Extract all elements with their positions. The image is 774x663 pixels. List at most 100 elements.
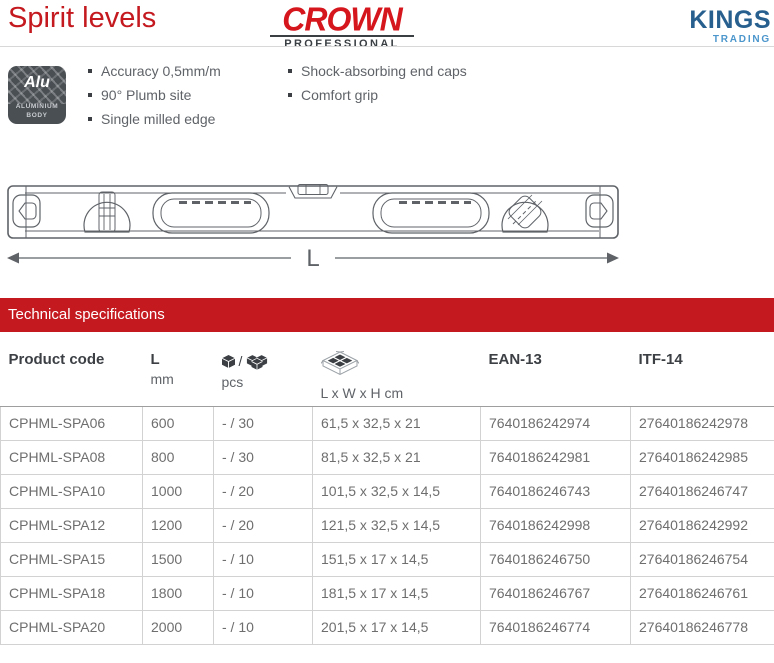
cell-pcs: - / 10 (213, 541, 313, 577)
crown-logo-text: CROWN (282, 0, 402, 38)
cell-product-code: CPHML-SPA08 (0, 439, 143, 475)
cell-ean13: 7640186242998 (480, 507, 631, 543)
col-header-packaging: / pcs (213, 338, 313, 407)
header-label: L (150, 351, 160, 368)
dimension-label: L (306, 245, 319, 272)
bullet-icon (288, 93, 292, 97)
cell-length: 1800 (142, 575, 214, 611)
cell-product-code: CPHML-SPA06 (0, 405, 143, 441)
col-header-length: L mm (142, 338, 214, 407)
cell-ean13: 7640186246767 (480, 575, 631, 611)
cell-product-code: CPHML-SPA12 (0, 507, 143, 543)
bullet-icon (88, 117, 92, 121)
feature-text: Comfort grip (301, 87, 379, 103)
section-header-technical-specifications: Technical specifications (0, 298, 774, 332)
cell-itf14: 27640186246747 (630, 473, 774, 509)
cell-itf14: 27640186246754 (630, 541, 774, 577)
cell-length: 1200 (142, 507, 214, 543)
feature-item: Accuracy 0,5mm/m (88, 64, 221, 79)
cell-ean13: 7640186242981 (480, 439, 631, 475)
cell-product-code: CPHML-SPA10 (0, 473, 143, 509)
cell-itf14: 27640186242992 (630, 507, 774, 543)
col-header-ean13: EAN-13 (480, 338, 631, 407)
feature-text: Single milled edge (101, 111, 216, 127)
header-divider (0, 46, 774, 47)
cell-box-dimensions: 121,5 x 32,5 x 14,5 (312, 507, 481, 543)
badge-caption-line1: ALUMINIUM (15, 102, 59, 110)
col-header-product-code: Product code (0, 338, 143, 407)
header-box-label: L x W x H cm (320, 385, 404, 401)
feature-text: Accuracy 0,5mm/m (101, 63, 221, 79)
cell-pcs: - / 20 (213, 507, 313, 543)
table-row: CPHML-SPA20 2000 - / 10 201,5 x 17 x 14,… (0, 609, 774, 645)
single-cube-icon (221, 354, 235, 368)
kings-trading-logo: KINGS TRADING (689, 6, 771, 46)
spirit-level-drawing: L (7, 184, 619, 272)
feature-item: 90° Plumb site (88, 88, 221, 103)
page-title: Spirit levels (8, 2, 157, 34)
cell-box-dimensions: 101,5 x 32,5 x 14,5 (312, 473, 481, 509)
cell-ean13: 7640186246750 (480, 541, 631, 577)
bullet-icon (288, 69, 292, 73)
cell-itf14: 27640186242978 (630, 405, 774, 441)
cell-box-dimensions: 201,5 x 17 x 14,5 (312, 609, 481, 645)
table-row: CPHML-SPA06 600 - / 30 61,5 x 32,5 x 21 … (0, 405, 774, 441)
table-row: CPHML-SPA18 1800 - / 10 181,5 x 17 x 14,… (0, 575, 774, 611)
feature-list-left: Accuracy 0,5mm/m 90° Plumb site Single m… (88, 64, 221, 136)
cell-box-dimensions: 61,5 x 32,5 x 21 (312, 405, 481, 441)
cell-itf14: 27640186242985 (630, 439, 774, 475)
bullet-icon (88, 69, 92, 73)
header-pcs-label: pcs (221, 374, 244, 390)
open-carton-icon (320, 351, 359, 376)
crown-professional-logo: CROWN PROFESSIONAL (270, 0, 414, 50)
header-unit-label: mm (150, 371, 174, 387)
spec-table: Product code L mm / pcs L x W x H cm EAN… (0, 338, 774, 645)
feature-item: Shock-absorbing end caps (288, 64, 467, 79)
cell-ean13: 7640186242974 (480, 405, 631, 441)
feature-text: Shock-absorbing end caps (301, 63, 467, 79)
cell-ean13: 7640186246743 (480, 473, 631, 509)
cell-pcs: - / 30 (213, 405, 313, 441)
col-header-itf14: ITF-14 (630, 338, 774, 407)
cell-length: 600 (142, 405, 214, 441)
cell-box-dimensions: 181,5 x 17 x 14,5 (312, 575, 481, 611)
cube-stack-icon (247, 354, 268, 370)
cell-length: 2000 (142, 609, 214, 645)
feature-item: Comfort grip (288, 88, 467, 103)
cell-product-code: CPHML-SPA15 (0, 541, 143, 577)
cell-box-dimensions: 151,5 x 17 x 14,5 (312, 541, 481, 577)
feature-list-right: Shock-absorbing end caps Comfort grip (288, 64, 467, 112)
kings-logo-text: KINGS (689, 6, 771, 34)
badge-caption: ALUMINIUM BODY (8, 102, 66, 120)
cell-product-code: CPHML-SPA18 (0, 575, 143, 611)
spec-table-header: Product code L mm / pcs L x W x H cm EAN… (0, 338, 774, 407)
section-title: Technical specifications (8, 306, 165, 323)
header-label: EAN-13 (488, 351, 542, 368)
cell-box-dimensions: 81,5 x 32,5 x 21 (312, 439, 481, 475)
badge-alu-label: Alu (24, 74, 50, 91)
bullet-icon (88, 93, 92, 97)
spec-sheet-page: Spirit levels CROWN PROFESSIONAL KINGS T… (0, 0, 774, 663)
col-header-box-dimensions: L x W x H cm (312, 338, 481, 407)
badge-caption-line2: BODY (26, 111, 48, 119)
feature-item: Single milled edge (88, 112, 221, 127)
kings-logo-subtext: TRADING (712, 34, 771, 45)
feature-text: 90° Plumb site (101, 87, 192, 103)
cell-length: 1500 (142, 541, 214, 577)
cell-itf14: 27640186246778 (630, 609, 774, 645)
header-label: ITF-14 (638, 351, 683, 368)
cell-length: 1000 (142, 473, 214, 509)
cell-length: 800 (142, 439, 214, 475)
spec-table-body: CPHML-SPA06 600 - / 30 61,5 x 32,5 x 21 … (0, 405, 774, 645)
cell-pcs: - / 10 (213, 609, 313, 645)
aluminium-body-badge-icon: Alu ALUMINIUM BODY (8, 66, 66, 124)
header-label: Product code (8, 351, 105, 368)
table-row: CPHML-SPA08 800 - / 30 81,5 x 32,5 x 21 … (0, 439, 774, 475)
table-row: CPHML-SPA12 1200 - / 20 121,5 x 32,5 x 1… (0, 507, 774, 543)
cell-itf14: 27640186246761 (630, 575, 774, 611)
cell-ean13: 7640186246774 (480, 609, 631, 645)
cell-pcs: - / 30 (213, 439, 313, 475)
table-row: CPHML-SPA15 1500 - / 10 151,5 x 17 x 14,… (0, 541, 774, 577)
cell-product-code: CPHML-SPA20 (0, 609, 143, 645)
cell-pcs: - / 20 (213, 473, 313, 509)
